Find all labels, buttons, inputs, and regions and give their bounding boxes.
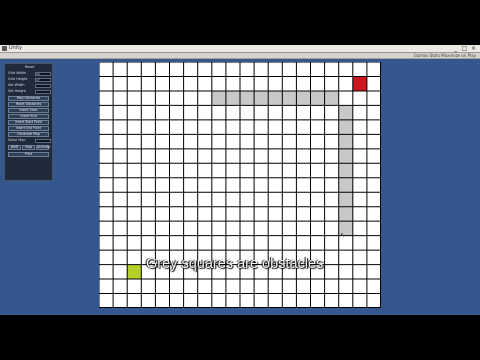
obstacle-cell[interactable]: [254, 90, 269, 106]
obstacle-cell[interactable]: [338, 148, 353, 164]
control-panel: Reset Grid Width 20 Grid Height 17 Set W…: [4, 63, 53, 181]
obstacle-cell[interactable]: [268, 90, 283, 106]
start-cell[interactable]: [127, 264, 142, 280]
panel-heading: Reset: [25, 65, 35, 69]
insert-start-point-button[interactable]: Insert Start Point: [8, 120, 49, 125]
set-height-input[interactable]: [35, 90, 51, 94]
obstacle-cell[interactable]: [338, 134, 353, 149]
unity-window: Unity _ □ × Gizmos Stats Maximize on Pla…: [0, 45, 480, 315]
insert-start-button[interactable]: Insert Start: [8, 108, 49, 113]
obstacle-cell[interactable]: [324, 90, 339, 106]
unity-logo-icon: [2, 46, 7, 51]
obstacle-cell[interactable]: [338, 163, 353, 178]
walk-button[interactable]: Walk: [8, 145, 21, 150]
obstacle-cell[interactable]: [338, 177, 353, 193]
set-width-input[interactable]: [35, 84, 51, 88]
window-title: Unity: [9, 45, 23, 51]
game-view-options[interactable]: Gizmos Stats Maximize on Play: [414, 53, 476, 58]
print-button[interactable]: Print: [8, 152, 49, 157]
stop-button[interactable]: Stop: [22, 145, 35, 150]
solve-map-input[interactable]: [35, 139, 51, 143]
title-bar: Unity _ □ ×: [0, 45, 480, 53]
obstacle-cell[interactable]: [338, 105, 353, 120]
maximize-button[interactable]: □: [461, 45, 468, 52]
obstacle-cell[interactable]: [225, 90, 240, 106]
insert-end-button[interactable]: Insert End: [8, 114, 49, 119]
set-height-label: Set Height: [8, 89, 26, 93]
grid-width-label: Grid Width: [8, 71, 27, 75]
map-obstacles-button[interactable]: Map Obstacles: [8, 96, 49, 101]
minimize-button[interactable]: _: [452, 45, 459, 52]
animate-button[interactable]: Animate: [36, 145, 50, 150]
reset-obstacles-button[interactable]: Reset Obstacles: [8, 102, 49, 107]
generate-map-button[interactable]: Generate Map: [8, 132, 49, 137]
obstacle-cell[interactable]: [310, 90, 325, 106]
grid-width-input[interactable]: 20: [35, 72, 51, 76]
solve-map-label: Solve Map: [8, 138, 26, 142]
obstacle-cell[interactable]: [338, 119, 353, 135]
grid-height-input[interactable]: 17: [35, 78, 51, 82]
obstacle-cell[interactable]: [240, 90, 255, 106]
grid-height-label: Grid Height: [8, 77, 28, 81]
end-cell[interactable]: [352, 76, 367, 91]
set-width-label: Set Width: [8, 83, 25, 87]
insert-end-point-button[interactable]: Insert End Point: [8, 126, 49, 131]
obstacle-cell[interactable]: [282, 90, 297, 106]
close-button[interactable]: ×: [470, 45, 477, 52]
obstacle-cell[interactable]: [211, 90, 226, 106]
mouse-cursor-icon: ↖: [340, 232, 346, 239]
menu-bar: Gizmos Stats Maximize on Play: [0, 53, 480, 59]
obstacle-cell[interactable]: [338, 206, 353, 222]
caption-subtitle: Grey squares are obstacles: [146, 256, 324, 272]
obstacle-cell[interactable]: [338, 192, 353, 207]
obstacle-cell[interactable]: [296, 90, 311, 106]
